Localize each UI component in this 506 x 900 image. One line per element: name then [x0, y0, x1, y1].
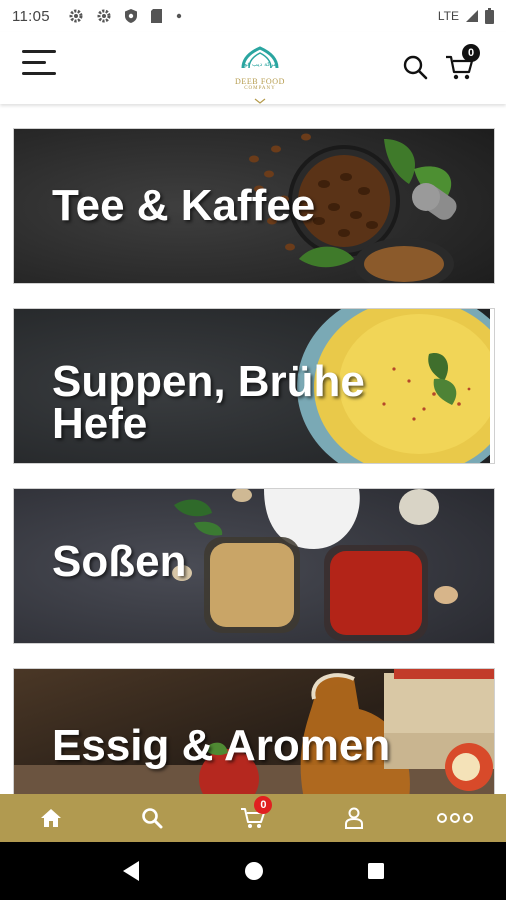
search-button[interactable]	[402, 54, 428, 80]
cart-button[interactable]: 0	[444, 44, 480, 84]
status-right: LTE	[438, 8, 494, 24]
status-bar: 11:05 LTE	[0, 0, 506, 32]
sim-card-icon	[150, 9, 162, 23]
home-circle-icon[interactable]	[244, 861, 264, 881]
home-icon	[40, 809, 61, 827]
nav-more[interactable]	[405, 794, 506, 842]
nav-cart-badge: 0	[254, 796, 273, 814]
settings-icon	[69, 9, 83, 23]
category-banner-tee-kaffee[interactable]: Tee & Kaffee	[13, 128, 495, 284]
bottom-navigation: 0	[0, 794, 506, 842]
category-banner-essig-aromen[interactable]: Essig & Aromen	[13, 668, 495, 794]
hamburger-menu-icon[interactable]	[22, 50, 60, 80]
network-label: LTE	[437, 9, 459, 23]
category-title: Suppen, Brühe Hefe	[52, 357, 365, 448]
status-notification-icons	[68, 8, 183, 24]
nav-home[interactable]	[0, 794, 101, 842]
brand-logo[interactable]: شركة ديب فود DEEB FOOD COMPANY	[220, 46, 300, 104]
dot-icon	[176, 13, 182, 19]
settings-icon	[97, 9, 111, 23]
category-banner-suppen[interactable]: Suppen, Brühe Hefe	[13, 308, 495, 464]
nav-cart[interactable]: 0	[202, 794, 303, 842]
recents-icon[interactable]	[367, 862, 385, 880]
app-header: شركة ديب فود DEEB FOOD COMPANY 0	[0, 32, 506, 104]
cart-count-badge: 0	[462, 44, 480, 62]
search-icon	[141, 808, 163, 829]
signal-icon	[466, 10, 478, 22]
system-navigation-bar	[0, 842, 506, 900]
category-title: Essig & Aromen	[52, 721, 391, 770]
logo-text: DEEB FOOD	[234, 77, 286, 86]
category-list: Tee & Kaffee Suppen, Brühe Hefe Soßen Es…	[0, 104, 506, 794]
svg-text:شركة ديب فود: شركة ديب فود	[241, 61, 278, 68]
shield-icon	[124, 9, 137, 23]
logo-chevron-icon	[254, 98, 266, 104]
mosque-dome-icon: شركة ديب فود	[241, 46, 279, 69]
category-title: Tee & Kaffee	[52, 181, 316, 230]
nav-search[interactable]	[101, 794, 202, 842]
user-icon	[345, 807, 364, 829]
category-banner-sossen[interactable]: Soßen	[13, 488, 495, 644]
battery-icon	[485, 8, 494, 24]
nav-account[interactable]	[304, 794, 405, 842]
category-title: Soßen	[52, 537, 187, 586]
back-icon[interactable]	[121, 860, 141, 882]
status-time: 11:05	[12, 7, 50, 25]
search-icon	[403, 55, 428, 80]
more-icon	[437, 813, 474, 823]
logo-subtext: COMPANY	[244, 86, 276, 91]
